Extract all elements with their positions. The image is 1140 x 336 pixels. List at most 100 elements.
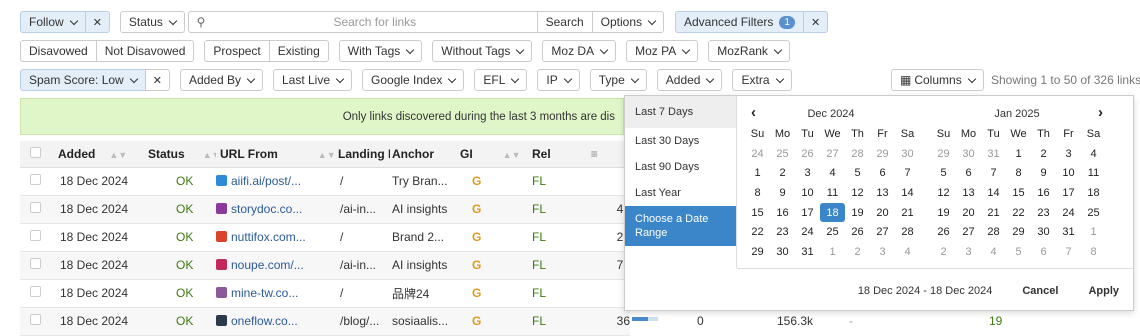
row-checkbox[interactable] bbox=[30, 314, 41, 325]
day-cell[interactable]: 19 bbox=[845, 203, 870, 223]
day-cell[interactable]: 3 bbox=[956, 242, 981, 262]
day-cell[interactable]: 7 bbox=[895, 163, 920, 183]
table-row[interactable]: 18 Dec 2024OKmine-tw.co.../品牌24GFL9 bbox=[20, 279, 630, 308]
day-cell[interactable]: 5 bbox=[1006, 242, 1031, 262]
select-all-checkbox[interactable] bbox=[30, 146, 41, 158]
search-button[interactable]: Search bbox=[536, 12, 592, 32]
day-cell[interactable]: 30 bbox=[895, 144, 920, 164]
day-cell[interactable]: 4 bbox=[820, 163, 845, 183]
col-url-from[interactable]: URL From ▲▼ bbox=[216, 141, 334, 168]
google-index-filter[interactable]: Google Index bbox=[362, 69, 465, 91]
day-cell[interactable]: 11 bbox=[1081, 163, 1106, 183]
day-cell[interactable]: 27 bbox=[820, 144, 845, 164]
col-status[interactable]: Status ▲▼ bbox=[140, 141, 216, 168]
day-cell[interactable]: 29 bbox=[745, 242, 770, 262]
spam-clear-button[interactable]: ✕ bbox=[145, 69, 170, 91]
moz-pa-filter[interactable]: Moz PA bbox=[626, 40, 699, 62]
table-row[interactable]: 18 Dec 2024 OK storydoc.co... /ai-in... AI i… bbox=[20, 195, 630, 224]
url-link[interactable]: oneflow.co... bbox=[231, 314, 298, 328]
day-cell[interactable]: 6 bbox=[870, 163, 895, 183]
day-cell[interactable]: 13 bbox=[870, 183, 895, 203]
url-link[interactable]: mine-tw.co... bbox=[231, 286, 298, 300]
range-custom[interactable]: Choose a Date Range bbox=[625, 206, 736, 246]
day-cell[interactable]: 28 bbox=[845, 144, 870, 164]
row-checkbox[interactable] bbox=[30, 258, 41, 269]
day-cell[interactable]: 31 bbox=[1056, 222, 1081, 242]
day-cell[interactable]: 6 bbox=[1031, 242, 1056, 262]
day-cell[interactable]: 29 bbox=[870, 144, 895, 164]
mozrank-filter[interactable]: MozRank bbox=[708, 40, 790, 62]
day-cell[interactable]: 12 bbox=[931, 183, 956, 203]
day-cell[interactable]: 16 bbox=[1031, 183, 1056, 203]
day-cell[interactable]: 21 bbox=[895, 203, 920, 223]
day-cell[interactable]: 25 bbox=[1081, 203, 1106, 223]
day-cell[interactable]: 18 bbox=[1081, 183, 1106, 203]
type-filter[interactable]: Type bbox=[589, 69, 647, 91]
day-cell[interactable]: 4 bbox=[895, 242, 920, 262]
day-cell[interactable]: 17 bbox=[795, 203, 820, 223]
range-last-30-days[interactable]: Last 30 Days bbox=[625, 128, 736, 154]
col-anchor[interactable]: Anchor bbox=[390, 141, 460, 168]
day-cell[interactable]: 28 bbox=[895, 222, 920, 242]
advanced-filters-button[interactable]: Advanced Filters 1 bbox=[675, 11, 804, 33]
day-cell[interactable]: 2 bbox=[845, 242, 870, 262]
table-row[interactable]: 18 Dec 2024 OK noupe.com/... /ai-in... AI in… bbox=[20, 251, 630, 280]
day-cell[interactable]: 4 bbox=[981, 242, 1006, 262]
day-cell[interactable]: 26 bbox=[795, 144, 820, 164]
day-cell[interactable]: 10 bbox=[795, 183, 820, 203]
day-cell[interactable]: 14 bbox=[981, 183, 1006, 203]
existing-button[interactable]: Existing bbox=[269, 40, 329, 62]
extra-filter[interactable]: Extra bbox=[732, 69, 792, 91]
col-rel[interactable]: Rel ≡ bbox=[528, 141, 598, 168]
url-link[interactable]: noupe.com/... bbox=[231, 258, 304, 272]
day-cell[interactable]: 29 bbox=[931, 144, 956, 164]
day-cell[interactable]: 18 bbox=[820, 202, 845, 223]
day-cell[interactable]: 6 bbox=[956, 163, 981, 183]
select-all-cell[interactable] bbox=[20, 141, 50, 168]
col-added[interactable]: Added ▲▼ bbox=[50, 141, 140, 168]
day-cell[interactable]: 21 bbox=[981, 203, 1006, 223]
day-cell[interactable]: 1 bbox=[820, 242, 845, 262]
day-cell[interactable]: 19 bbox=[931, 203, 956, 223]
day-cell[interactable]: 4 bbox=[1081, 144, 1106, 164]
day-cell[interactable]: 24 bbox=[1056, 203, 1081, 223]
day-cell[interactable]: 8 bbox=[1006, 163, 1031, 183]
day-cell[interactable]: 13 bbox=[956, 183, 981, 203]
row-checkbox[interactable] bbox=[30, 174, 41, 185]
url-link[interactable]: storydoc.co... bbox=[231, 202, 302, 216]
day-cell[interactable]: 15 bbox=[745, 203, 770, 223]
day-cell[interactable]: 24 bbox=[745, 144, 770, 164]
day-cell[interactable]: 3 bbox=[795, 163, 820, 183]
advanced-clear-button[interactable]: ✕ bbox=[803, 11, 829, 33]
prev-month-icon[interactable]: ‹ bbox=[751, 104, 756, 121]
search-input[interactable]: Search for links bbox=[213, 15, 537, 29]
day-cell[interactable]: 8 bbox=[745, 183, 770, 203]
day-cell[interactable]: 25 bbox=[770, 144, 795, 164]
apply-button[interactable]: Apply bbox=[1088, 285, 1119, 297]
day-cell[interactable]: 5 bbox=[845, 163, 870, 183]
url-link[interactable]: nuttifox.com... bbox=[231, 230, 306, 244]
day-cell[interactable]: 2 bbox=[770, 163, 795, 183]
day-cell[interactable]: 20 bbox=[870, 203, 895, 223]
day-cell[interactable]: 29 bbox=[1006, 222, 1031, 242]
table-row[interactable]: 18 Dec 2024 OK aiifi.ai/post/... / Try Bran.… bbox=[20, 167, 630, 196]
next-month-icon[interactable]: › bbox=[1098, 104, 1103, 121]
day-cell[interactable]: 12 bbox=[845, 183, 870, 203]
day-cell[interactable]: 2 bbox=[931, 242, 956, 262]
day-cell[interactable]: 26 bbox=[845, 222, 870, 242]
follow-clear-button[interactable]: ✕ bbox=[85, 11, 110, 33]
day-cell[interactable]: 2 bbox=[1031, 144, 1056, 164]
with-tags-filter[interactable]: With Tags bbox=[338, 40, 423, 62]
options-button[interactable]: Options bbox=[591, 12, 663, 32]
day-cell[interactable]: 30 bbox=[956, 144, 981, 164]
prospect-button[interactable]: Prospect bbox=[204, 40, 270, 62]
row-checkbox[interactable] bbox=[30, 230, 41, 241]
day-cell[interactable]: 7 bbox=[1056, 242, 1081, 262]
row-checkbox[interactable] bbox=[30, 286, 41, 297]
day-cell[interactable]: 28 bbox=[981, 222, 1006, 242]
day-cell[interactable]: 22 bbox=[1006, 203, 1031, 223]
follow-filter[interactable]: Follow bbox=[20, 11, 86, 33]
day-cell[interactable]: 17 bbox=[1056, 183, 1081, 203]
day-cell[interactable]: 25 bbox=[820, 222, 845, 242]
cancel-button[interactable]: Cancel bbox=[1022, 285, 1058, 297]
